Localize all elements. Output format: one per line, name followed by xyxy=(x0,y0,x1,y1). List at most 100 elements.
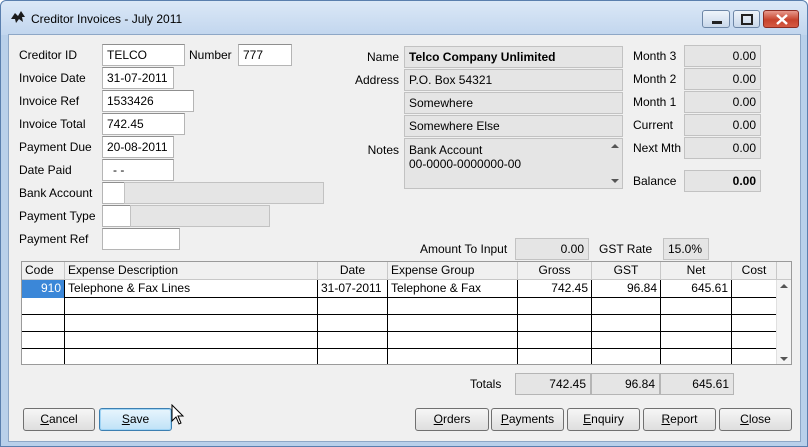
payments-button[interactable]: Payments xyxy=(491,408,564,431)
cell-date[interactable] xyxy=(318,331,388,349)
cell-date[interactable] xyxy=(318,297,388,315)
cell-expense-group[interactable] xyxy=(388,331,518,349)
column-header-gross[interactable]: Gross xyxy=(518,262,592,280)
table-row-empty[interactable] xyxy=(22,331,777,349)
cell-cost[interactable] xyxy=(732,348,777,364)
cell-code[interactable] xyxy=(22,297,65,315)
window-title: Creditor Invoices - July 2011 xyxy=(31,12,183,26)
cell-description[interactable]: Telephone & Fax Lines xyxy=(65,280,318,298)
cell-date[interactable] xyxy=(318,348,388,364)
cell-net[interactable]: 645.61 xyxy=(661,280,732,298)
creditor-id-field[interactable]: TELCO xyxy=(102,44,185,66)
cell-description[interactable] xyxy=(65,331,318,349)
number-field[interactable]: 777 xyxy=(238,44,292,66)
table-row-empty[interactable] xyxy=(22,314,777,332)
cell-description[interactable] xyxy=(65,348,318,364)
cell-net[interactable] xyxy=(661,331,732,349)
app-icon xyxy=(11,11,25,23)
payments-mnemonic: P xyxy=(500,412,509,426)
table-row-empty[interactable] xyxy=(22,348,777,364)
enquiry-button[interactable]: Enquiry xyxy=(567,408,640,431)
notes-field[interactable]: Bank Account 00-0000-0000000-00 xyxy=(404,138,623,189)
notes-scrollbar[interactable] xyxy=(608,139,622,188)
column-header-gst[interactable]: GST xyxy=(592,262,661,280)
close-window-button[interactable] xyxy=(763,10,799,28)
cell-date[interactable]: 31-07-2011 xyxy=(318,280,388,298)
orders-button[interactable]: Orders xyxy=(415,408,489,431)
payment-type-name-field xyxy=(130,205,270,227)
cell-expense-group[interactable]: Telephone & Fax xyxy=(388,280,518,298)
cell-gross[interactable] xyxy=(518,314,592,332)
cell-net[interactable] xyxy=(661,314,732,332)
form-body: Creditor ID TELCO Number 777 Invoice Dat… xyxy=(8,34,801,442)
cell-code[interactable]: 910 xyxy=(22,280,65,298)
date-paid-field[interactable]: - - xyxy=(102,159,174,181)
grid-scrollbar[interactable] xyxy=(776,280,791,364)
cell-gst[interactable]: 96.84 xyxy=(592,280,661,298)
title-bar[interactable]: Creditor Invoices - July 2011 xyxy=(1,1,807,35)
invoice-total-label: Invoice Total xyxy=(19,117,86,131)
invoice-total-field[interactable]: 742.45 xyxy=(102,113,185,135)
column-header-date[interactable]: Date xyxy=(318,262,388,280)
cell-code[interactable] xyxy=(22,331,65,349)
expense-grid[interactable]: Code Expense Description Date Expense Gr… xyxy=(21,261,792,365)
cancel-mnemonic: C xyxy=(40,412,49,426)
payment-due-field[interactable]: 20-08-2011 xyxy=(102,136,174,158)
mouse-cursor-icon xyxy=(171,404,185,425)
cell-gst[interactable] xyxy=(592,331,661,349)
maximize-icon xyxy=(741,14,753,25)
month3-label: Month 3 xyxy=(633,49,677,63)
cell-description[interactable] xyxy=(65,297,318,315)
scroll-up-icon[interactable] xyxy=(611,144,619,148)
column-header-description[interactable]: Expense Description xyxy=(65,262,318,280)
cell-gross[interactable] xyxy=(518,348,592,364)
save-button[interactable]: Save xyxy=(99,408,172,431)
cell-cost[interactable] xyxy=(732,280,777,298)
payment-type-code-field[interactable] xyxy=(102,205,131,227)
cell-gst[interactable] xyxy=(592,297,661,315)
cell-net[interactable] xyxy=(661,297,732,315)
month3-field: 0.00 xyxy=(684,45,761,67)
current-field: 0.00 xyxy=(684,114,761,136)
amount-to-input-label: Amount To Input xyxy=(420,242,508,256)
table-row-empty[interactable] xyxy=(22,297,777,315)
cell-date[interactable] xyxy=(318,314,388,332)
creditor-id-label: Creditor ID xyxy=(19,48,78,62)
scroll-up-icon[interactable] xyxy=(780,284,788,288)
cell-cost[interactable] xyxy=(732,331,777,349)
cancel-button[interactable]: Cancel xyxy=(23,408,95,431)
maximize-button[interactable] xyxy=(733,10,760,28)
cell-gst[interactable] xyxy=(592,314,661,332)
cell-gross[interactable]: 742.45 xyxy=(518,280,592,298)
column-header-cost[interactable]: Cost xyxy=(732,262,777,280)
column-header-code[interactable]: Code xyxy=(22,262,65,280)
cell-cost[interactable] xyxy=(732,314,777,332)
column-header-expense-group[interactable]: Expense Group xyxy=(388,262,518,280)
total-net-field: 645.61 xyxy=(660,373,734,395)
cell-description[interactable] xyxy=(65,314,318,332)
save-mnemonic: S xyxy=(121,412,130,426)
bank-account-label: Bank Account xyxy=(19,186,93,200)
cell-gross[interactable] xyxy=(518,331,592,349)
report-button[interactable]: Report xyxy=(643,408,716,431)
scroll-down-icon[interactable] xyxy=(611,179,619,183)
cell-cost[interactable] xyxy=(732,297,777,315)
total-gross-field: 742.45 xyxy=(515,373,591,395)
column-header-net[interactable]: Net xyxy=(661,262,732,280)
minimize-button[interactable] xyxy=(702,10,730,28)
cell-gst[interactable] xyxy=(592,348,661,364)
cell-code[interactable] xyxy=(22,348,65,364)
invoice-ref-field[interactable]: 1533426 xyxy=(102,90,194,112)
invoice-date-field[interactable]: 31-07-2011 xyxy=(102,67,174,89)
close-button[interactable]: Close xyxy=(719,408,792,431)
cell-gross[interactable] xyxy=(518,297,592,315)
cell-expense-group[interactable] xyxy=(388,314,518,332)
cell-expense-group[interactable] xyxy=(388,348,518,364)
table-row[interactable]: 910 Telephone & Fax Lines 31-07-2011 Tel… xyxy=(22,280,777,298)
cell-expense-group[interactable] xyxy=(388,297,518,315)
bank-account-code-field[interactable] xyxy=(102,182,125,204)
cell-net[interactable] xyxy=(661,348,732,364)
payment-ref-field[interactable] xyxy=(102,228,180,250)
cell-code[interactable] xyxy=(22,314,65,332)
scroll-down-icon[interactable] xyxy=(780,357,788,361)
